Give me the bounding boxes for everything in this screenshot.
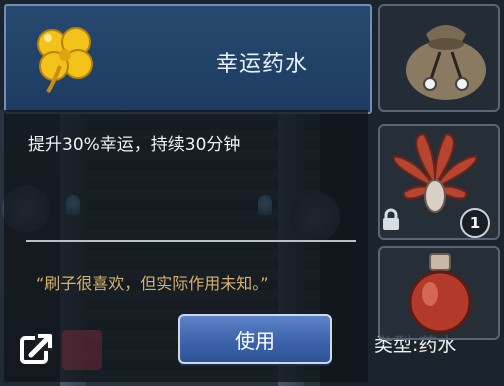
share-icon — [20, 333, 53, 364]
four-leaf-clover-icon — [37, 27, 93, 94]
share-button[interactable] — [12, 326, 62, 372]
divider — [26, 240, 356, 242]
use-button[interactable]: 使用 — [178, 314, 332, 364]
lock-icon — [383, 208, 399, 230]
dialog-title: 幸运药水 — [216, 52, 309, 77]
item-description: 提升30%幸运，持续30分钟 — [28, 135, 241, 155]
item-detail-dialog: 幸运药水 提升30%幸运，持续30分钟 “刷子很喜欢，但实际作用未知。” 使用 — [0, 0, 372, 386]
dialog-header: 幸运药水 — [4, 4, 372, 114]
item-count-badge: 1 — [460, 208, 490, 238]
item-flavor-text: “刷子很喜欢，但实际作用未知。” — [36, 274, 269, 293]
pouch-bag-icon — [406, 25, 486, 100]
scene-item-thumbnail — [62, 330, 102, 370]
red-potion-icon — [408, 253, 472, 334]
